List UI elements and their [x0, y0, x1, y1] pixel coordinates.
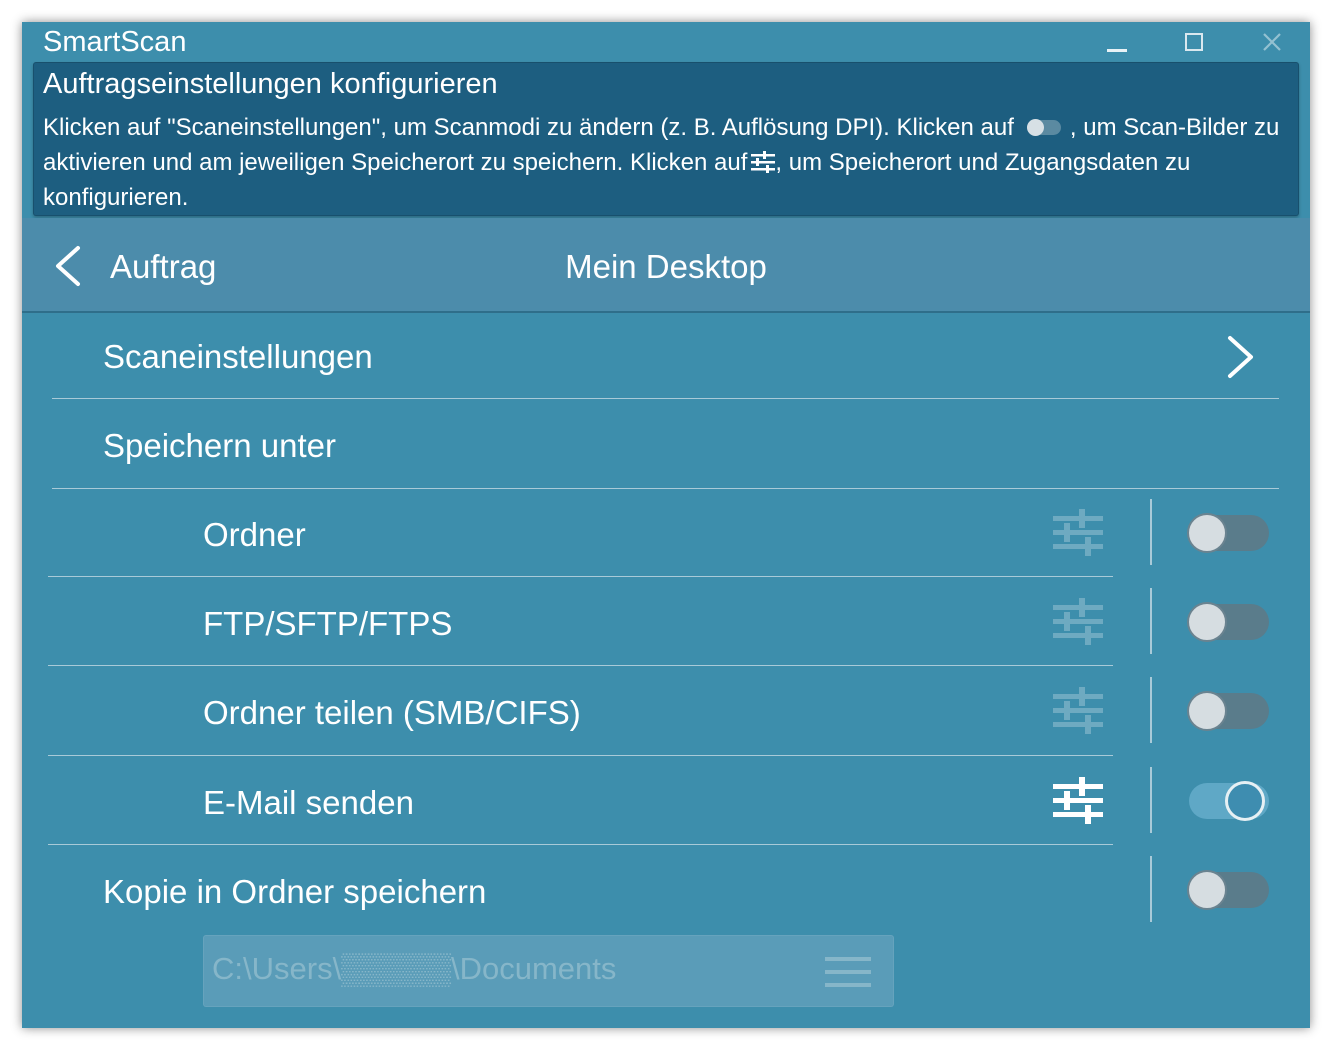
divider: [48, 844, 1113, 845]
maximize-icon: [1185, 33, 1203, 51]
destination-ftp-label: FTP/SFTP/FTPS: [203, 605, 453, 642]
vertical-divider: [1150, 767, 1152, 833]
toggle-ftp[interactable]: [1187, 600, 1271, 644]
destination-email-label: E-Mail senden: [203, 784, 414, 821]
save-as-heading: Speichern unter: [103, 427, 336, 464]
divider: [48, 755, 1113, 756]
smartscan-window: SmartScan Auftragseinstellungen konfigur…: [22, 22, 1310, 1028]
toggle-folder[interactable]: [1187, 511, 1271, 555]
vertical-divider: [1150, 499, 1152, 565]
scan-settings-item[interactable]: Scaneinstellungen: [103, 338, 373, 376]
nav-bar: Auftrag Mein Desktop: [22, 218, 1310, 313]
divider: [48, 665, 1113, 666]
close-button[interactable]: [1250, 24, 1294, 60]
copy-folder-path-text: C:\Users\▒▒▒▒▒\Documents: [212, 951, 617, 986]
app-title: SmartScan: [43, 26, 187, 58]
help-banner: Auftragseinstellungen konfigurieren Klic…: [33, 62, 1299, 216]
minimize-icon: [1107, 49, 1127, 52]
sliders-icon: [751, 151, 776, 174]
toggle-icon: [1026, 118, 1061, 136]
toggle-copy-to-folder[interactable]: [1187, 868, 1271, 912]
vertical-divider: [1150, 588, 1152, 654]
destination-smb-label: Ordner teilen (SMB/CIFS): [203, 694, 581, 731]
banner-title: Auftragseinstellungen konfigurieren: [43, 68, 498, 100]
sliders-icon: [1053, 598, 1103, 645]
sliders-icon[interactable]: [1053, 776, 1103, 824]
destination-folder-label: Ordner: [203, 516, 306, 553]
vertical-divider: [1150, 677, 1152, 743]
banner-text: Klicken auf "Scaneinstellungen", um Scan…: [43, 110, 1283, 215]
toggle-smb[interactable]: [1187, 689, 1271, 733]
maximize-button[interactable]: [1172, 24, 1216, 60]
page-title: Mein Desktop: [565, 248, 767, 285]
divider: [52, 398, 1279, 399]
sliders-icon: [1053, 509, 1103, 556]
banner-text-part1: Klicken auf "Scaneinstellungen", um Scan…: [43, 114, 1014, 141]
menu-icon[interactable]: [825, 955, 871, 989]
minimize-button[interactable]: [1095, 24, 1139, 60]
divider: [52, 488, 1279, 489]
sliders-icon: [1053, 687, 1103, 734]
toggle-email[interactable]: [1187, 779, 1271, 823]
vertical-divider: [1150, 856, 1152, 922]
copy-folder-path-field[interactable]: C:\Users\▒▒▒▒▒\Documents: [203, 935, 894, 1007]
title-bar: SmartScan: [22, 22, 1310, 62]
copy-to-folder-label: Kopie in Ordner speichern: [103, 873, 487, 910]
close-icon: [1263, 33, 1281, 51]
chevron-right-icon[interactable]: [1225, 335, 1255, 379]
divider: [48, 576, 1113, 577]
